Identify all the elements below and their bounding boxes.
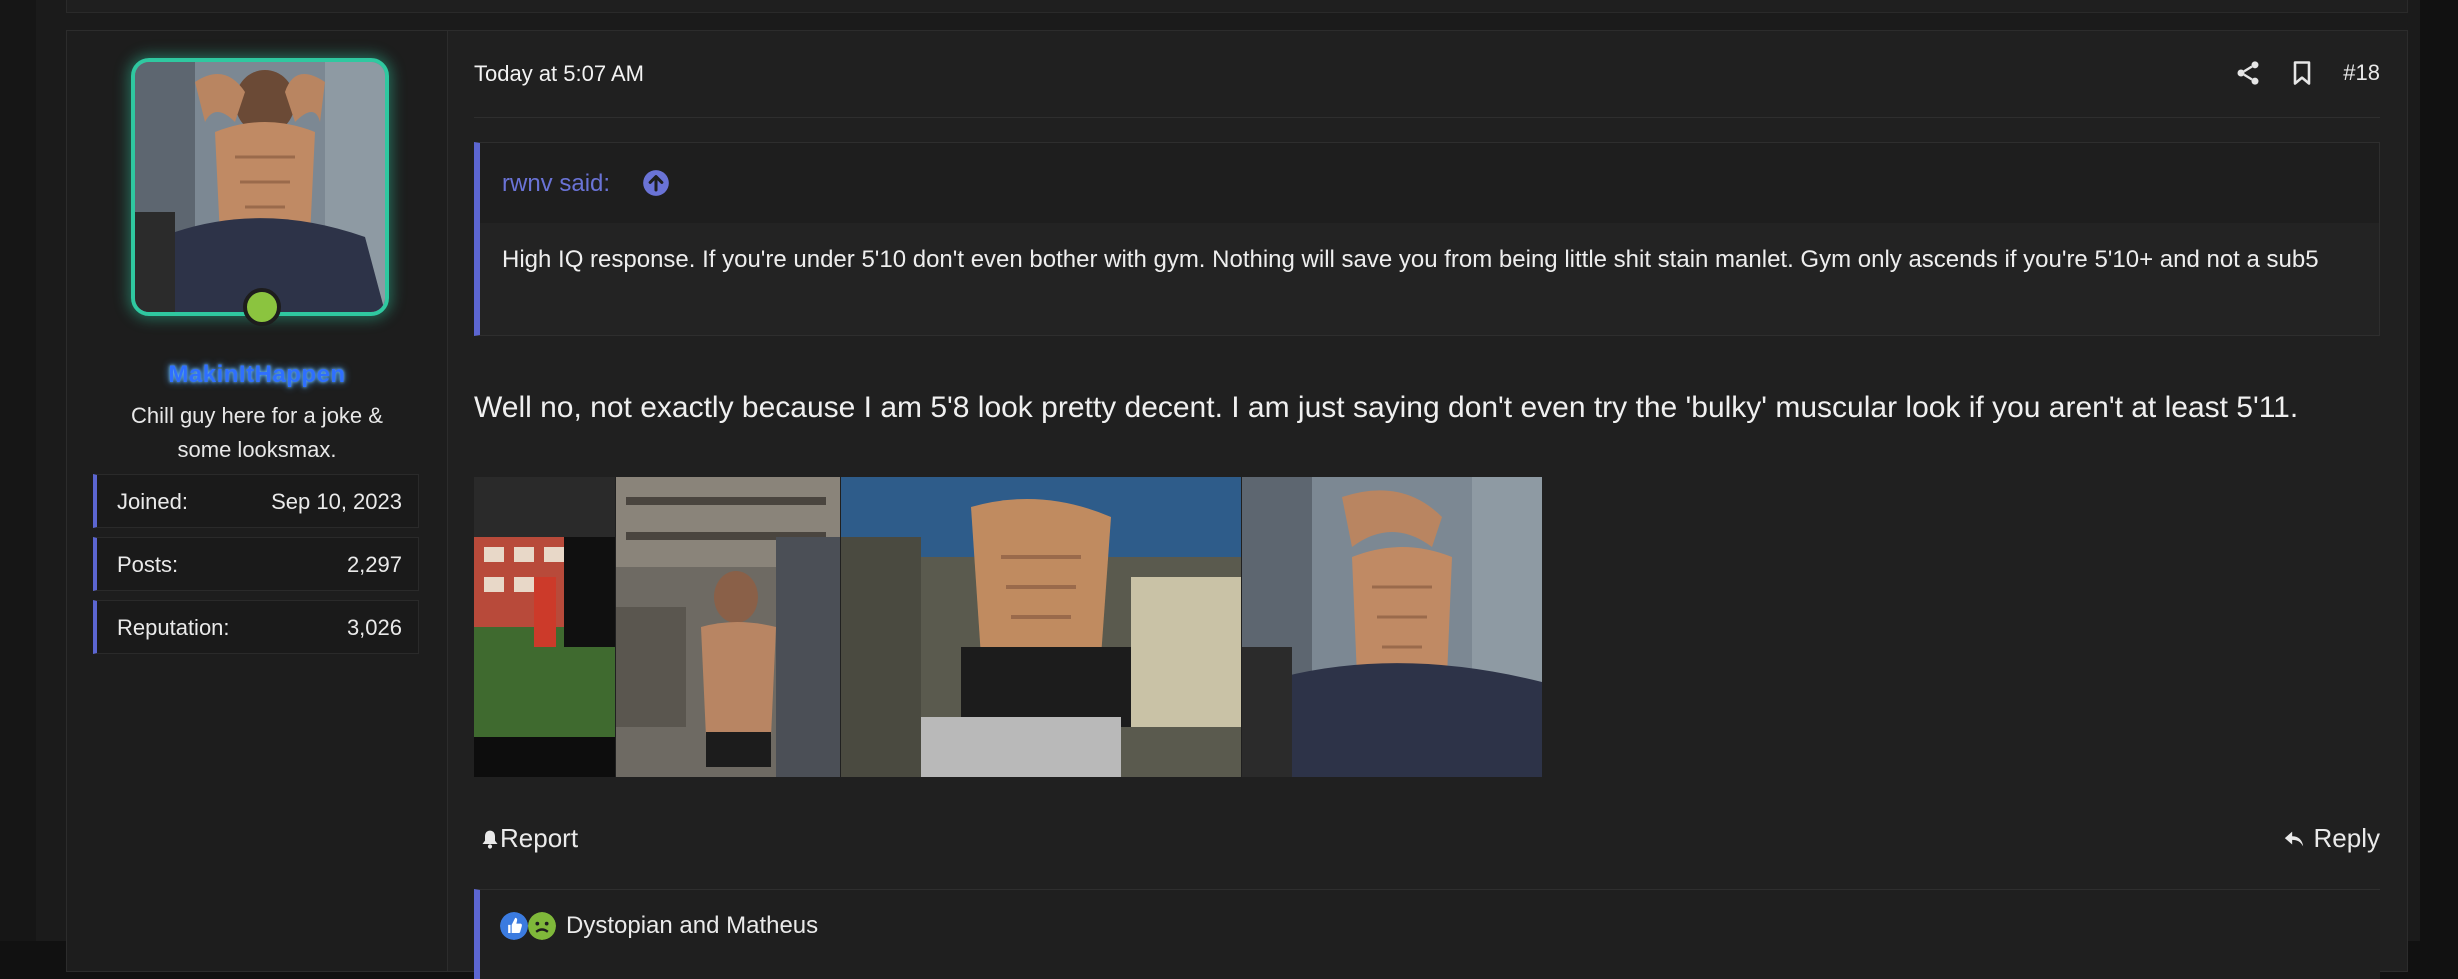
- share-icon[interactable]: [2234, 59, 2262, 87]
- user-title: Chill guy here for a joke & some looksma…: [131, 403, 383, 462]
- bell-icon: [482, 830, 498, 849]
- attached-photo-2[interactable]: [616, 477, 840, 777]
- post-date[interactable]: Today at 5:07 AM: [474, 61, 644, 87]
- stat-value: 2,297: [346, 552, 402, 577]
- attached-photo-1[interactable]: [474, 477, 615, 777]
- avatar-image: [135, 62, 385, 312]
- user-info-column: MakinItHappen Chill guy here for a joke …: [67, 31, 448, 971]
- report-label: Report: [500, 823, 579, 853]
- previous-post-edge: [66, 0, 2408, 13]
- reply-arrow-icon: [2285, 831, 2304, 847]
- stat-label: Posts:: [117, 552, 179, 577]
- post-header: Today at 5:07 AM #18: [474, 31, 2380, 118]
- attachment-strip: [474, 477, 1542, 777]
- stat-label: Reputation:: [117, 615, 230, 640]
- reactions-bar[interactable]: Dystopian and Matheus: [474, 889, 2380, 979]
- bookmark-icon[interactable]: [2288, 59, 2316, 87]
- stat-value: 3,026: [346, 615, 402, 640]
- like-icon: [500, 912, 528, 940]
- reply-button[interactable]: Reply: [2282, 823, 2380, 854]
- attached-photo-3[interactable]: [841, 477, 1241, 777]
- username[interactable]: MakinItHappen: [67, 361, 447, 389]
- reply-label: Reply: [2313, 823, 2380, 853]
- stat-label: Joined:: [117, 489, 188, 514]
- stat-reputation: Reputation: 3,026: [93, 600, 419, 654]
- post-content-column: Today at 5:07 AM #18 rwnv said: High IQ …: [474, 31, 2407, 979]
- nauseated-icon: [528, 912, 556, 940]
- attached-photo-4[interactable]: [1242, 477, 1542, 777]
- post-actions: Report Reply: [474, 821, 2380, 861]
- stat-value: Sep 10, 2023: [271, 489, 402, 514]
- avatar[interactable]: [131, 58, 389, 316]
- forum-post: MakinItHappen Chill guy here for a joke …: [66, 30, 2408, 979]
- left-gutter: [0, 0, 36, 941]
- report-button[interactable]: Report: [480, 823, 578, 854]
- quote-header: rwnv said:: [480, 143, 2379, 223]
- reaction-names[interactable]: Dystopian and Matheus: [566, 912, 818, 940]
- quote-author[interactable]: rwnv said:: [502, 170, 610, 198]
- post-message: Well no, not exactly because I am 5'8 lo…: [474, 391, 2299, 424]
- post-number[interactable]: #18: [2343, 60, 2380, 86]
- stat-posts: Posts: 2,297: [93, 537, 419, 591]
- arrow-up-circle-icon[interactable]: [642, 169, 670, 197]
- online-status-indicator: [243, 288, 281, 326]
- quote-text: High IQ response. If you're under 5'10 d…: [502, 246, 2319, 273]
- stat-joined: Joined: Sep 10, 2023: [93, 474, 419, 528]
- quote-block: rwnv said: High IQ response. If you're u…: [474, 142, 2380, 336]
